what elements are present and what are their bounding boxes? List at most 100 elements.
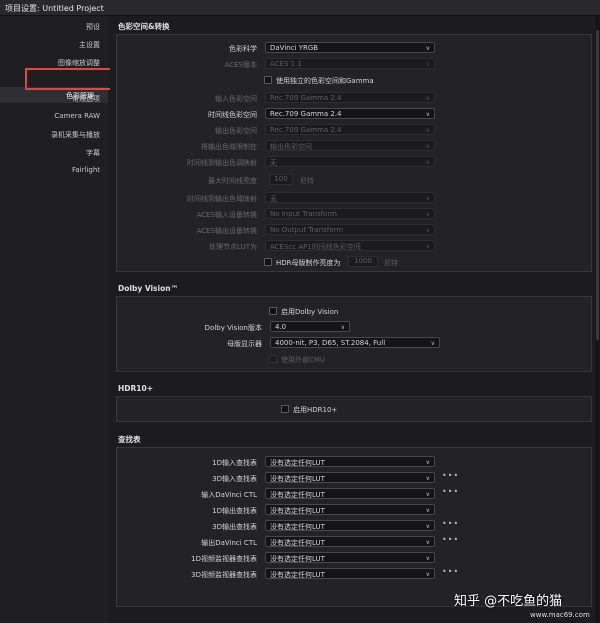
chevron-down-icon: ∨ (425, 159, 430, 166)
output-colorspace-dropdown[interactable]: Rec.709 Gamma 2.4 ∨ (265, 124, 435, 135)
1d-monitor-lut-dropdown[interactable]: 没有选定任何LUT ∨ (265, 552, 435, 563)
chevron-down-icon: ∨ (425, 111, 430, 118)
hdr-mastering-label: HDR母版制作亮度为 (276, 259, 341, 267)
window-title: 项目设置: Untitled Project (5, 4, 104, 13)
watermark-site: www.mac69.com (530, 611, 590, 619)
input-davinci-ctl-dropdown[interactable]: 没有选定任何LUT ∨ (265, 488, 435, 499)
chevron-down-icon: ∨ (425, 523, 430, 530)
more-options-icon[interactable]: ••• (442, 519, 459, 528)
chevron-down-icon: ∨ (425, 539, 430, 546)
1d-input-lut-dropdown[interactable]: 没有选定任何LUT ∨ (265, 456, 435, 467)
label-3d-input-lut: 3D输入查找表 (212, 475, 257, 483)
3d-input-lut-dropdown[interactable]: 没有选定任何LUT ∨ (265, 472, 435, 483)
sidebar-item-subtitles[interactable]: 字幕 (86, 148, 100, 158)
label-input-davinci-ctl: 输入DaVinci CTL (201, 491, 257, 499)
dolby-vision-enable-label: 启用Dolby Vision (281, 308, 339, 316)
label-output-colorspace: 输出色彩空间 (215, 127, 257, 135)
dropdown-value: 没有选定任何LUT (270, 571, 325, 579)
dropdown-value: 没有选定任何LUT (270, 459, 325, 467)
output-davinci-ctl-dropdown[interactable]: 没有选定任何LUT ∨ (265, 536, 435, 547)
sidebar-item-master[interactable]: 主设置 (79, 40, 100, 50)
label-tone-mapping: 时间线到输出色调映射 (187, 159, 257, 167)
sidebar-item-general[interactable]: 常规选项 (72, 94, 100, 104)
aces-idt-dropdown[interactable]: No Input Transform ∨ (265, 208, 435, 219)
1d-output-lut-dropdown[interactable]: 没有选定任何LUT ∨ (265, 504, 435, 515)
label-max-timeline-luminance: 最大时间线亮度 (208, 177, 257, 185)
chevron-down-icon: ∨ (425, 195, 430, 202)
process-node-lut-dropdown[interactable]: ACEScc AP1时间线色彩空间 ∨ (265, 240, 435, 251)
label-1d-monitor-lut: 1D视频监视器查找表 (191, 555, 257, 563)
scrollbar-thumb[interactable] (596, 30, 599, 340)
label-process-node-lut: 处理节点LUT为 (209, 243, 257, 251)
limit-gamut-dropdown[interactable]: 输出色彩空间 ∨ (265, 140, 435, 151)
3d-output-lut-dropdown[interactable]: 没有选定任何LUT ∨ (265, 520, 435, 531)
sidebar-item-image-scaling[interactable]: 图像缩放调整 (58, 58, 100, 68)
dropdown-value: No Input Transform (270, 210, 337, 218)
watermark-text: 知乎 @不吃鱼的猫 (454, 594, 563, 609)
external-cmu-label: 使用外部CMU (281, 356, 326, 364)
dropdown-value: DaVinci YRGB (270, 44, 319, 52)
chevron-down-icon: ∨ (425, 555, 430, 562)
more-options-icon[interactable]: ••• (442, 471, 459, 480)
separate-colorspace-checkbox[interactable] (264, 76, 272, 84)
input-colorspace-dropdown[interactable]: Rec.709 Gamma 2.4 ∨ (265, 92, 435, 103)
max-luminance-input[interactable]: 100 (269, 174, 293, 185)
external-cmu-checkbox[interactable] (269, 355, 277, 363)
more-options-icon[interactable]: ••• (442, 567, 459, 576)
dolby-version-dropdown[interactable]: 4.0 ∨ (270, 321, 350, 332)
more-options-icon[interactable]: ••• (442, 535, 459, 544)
mastering-display-dropdown[interactable]: 4000-nit, P3, D65, ST.2084, Full ∨ (270, 337, 440, 348)
label-dolby-version: Dolby Vision版本 (204, 324, 262, 332)
dropdown-value: Rec.709 Gamma 2.4 (270, 126, 342, 134)
hdr-mastering-checkbox[interactable] (264, 258, 272, 266)
tone-mapping-dropdown[interactable]: 无 ∨ (265, 156, 435, 167)
hdr10-checkbox[interactable] (281, 405, 289, 413)
dropdown-value: Rec.709 Gamma 2.4 (270, 94, 342, 102)
dropdown-value: 输出色彩空间 (270, 143, 312, 151)
chevron-down-icon: ∨ (425, 475, 430, 482)
label-timeline-colorspace: 时间线色彩空间 (208, 111, 257, 119)
section-title-dolby-vision: Dolby Vision™ (118, 284, 179, 293)
hdr10-panel (116, 396, 592, 422)
chevron-down-icon: ∨ (425, 227, 430, 234)
gamut-mapping-dropdown[interactable]: 无 ∨ (265, 192, 435, 203)
highlight-box (25, 68, 113, 90)
3d-monitor-lut-dropdown[interactable]: 没有选定任何LUT ∨ (265, 568, 435, 579)
chevron-down-icon: ∨ (425, 143, 430, 150)
sidebar-item-camera-raw[interactable]: Camera RAW (54, 112, 100, 120)
dropdown-value: 没有选定任何LUT (270, 523, 325, 531)
label-gamut-mapping: 时间线到输出色域映射 (187, 195, 257, 203)
chevron-down-icon: ∨ (425, 459, 430, 466)
label-limit-gamut: 将输出色域限制在 (201, 143, 257, 151)
color-science-dropdown[interactable]: DaVinci YRGB ∨ (265, 42, 435, 53)
label-output-davinci-ctl: 输出DaVinci CTL (201, 539, 257, 547)
aces-odt-dropdown[interactable]: No Output Transform ∨ (265, 224, 435, 235)
dropdown-value: 4.0 (275, 323, 287, 331)
chevron-down-icon: ∨ (425, 491, 430, 498)
more-options-icon[interactable]: ••• (442, 487, 459, 496)
label-1d-output-lut: 1D输出查找表 (212, 507, 257, 515)
chevron-down-icon: ∨ (340, 324, 345, 331)
sidebar-item-preset[interactable]: 预设 (86, 22, 100, 32)
dropdown-value: 没有选定任何LUT (270, 555, 325, 563)
dropdown-value: 没有选定任何LUT (270, 539, 325, 547)
hdr-mastering-input[interactable]: 1000 (348, 256, 378, 267)
dropdown-value: ACEScc AP1时间线色彩空间 (270, 243, 361, 251)
dropdown-value: No Output Transform (270, 226, 344, 234)
chevron-down-icon: ∨ (425, 127, 430, 134)
dropdown-value: Rec.709 Gamma 2.4 (270, 110, 342, 118)
section-title-hdr10: HDR10+ (118, 384, 153, 393)
sidebar-item-fairlight[interactable]: Fairlight (72, 166, 100, 174)
chevron-down-icon: ∨ (425, 571, 430, 578)
label-3d-monitor-lut: 3D视频监视器查找表 (191, 571, 257, 579)
chevron-down-icon: ∨ (425, 45, 430, 52)
dropdown-value: 没有选定任何LUT (270, 475, 325, 483)
label-input-colorspace: 输入色彩空间 (215, 95, 257, 103)
dolby-vision-checkbox[interactable] (269, 307, 277, 315)
dropdown-value: 无 (270, 159, 277, 167)
dropdown-value: 4000-nit, P3, D65, ST.2084, Full (275, 339, 386, 347)
aces-version-dropdown[interactable]: ACES 1.1 ∨ (265, 58, 435, 69)
sidebar-item-capture-playback[interactable]: 录机采集与播放 (51, 130, 100, 140)
section-title-color-space: 色彩空间&转换 (118, 22, 170, 31)
timeline-colorspace-dropdown[interactable]: Rec.709 Gamma 2.4 ∨ (265, 108, 435, 119)
